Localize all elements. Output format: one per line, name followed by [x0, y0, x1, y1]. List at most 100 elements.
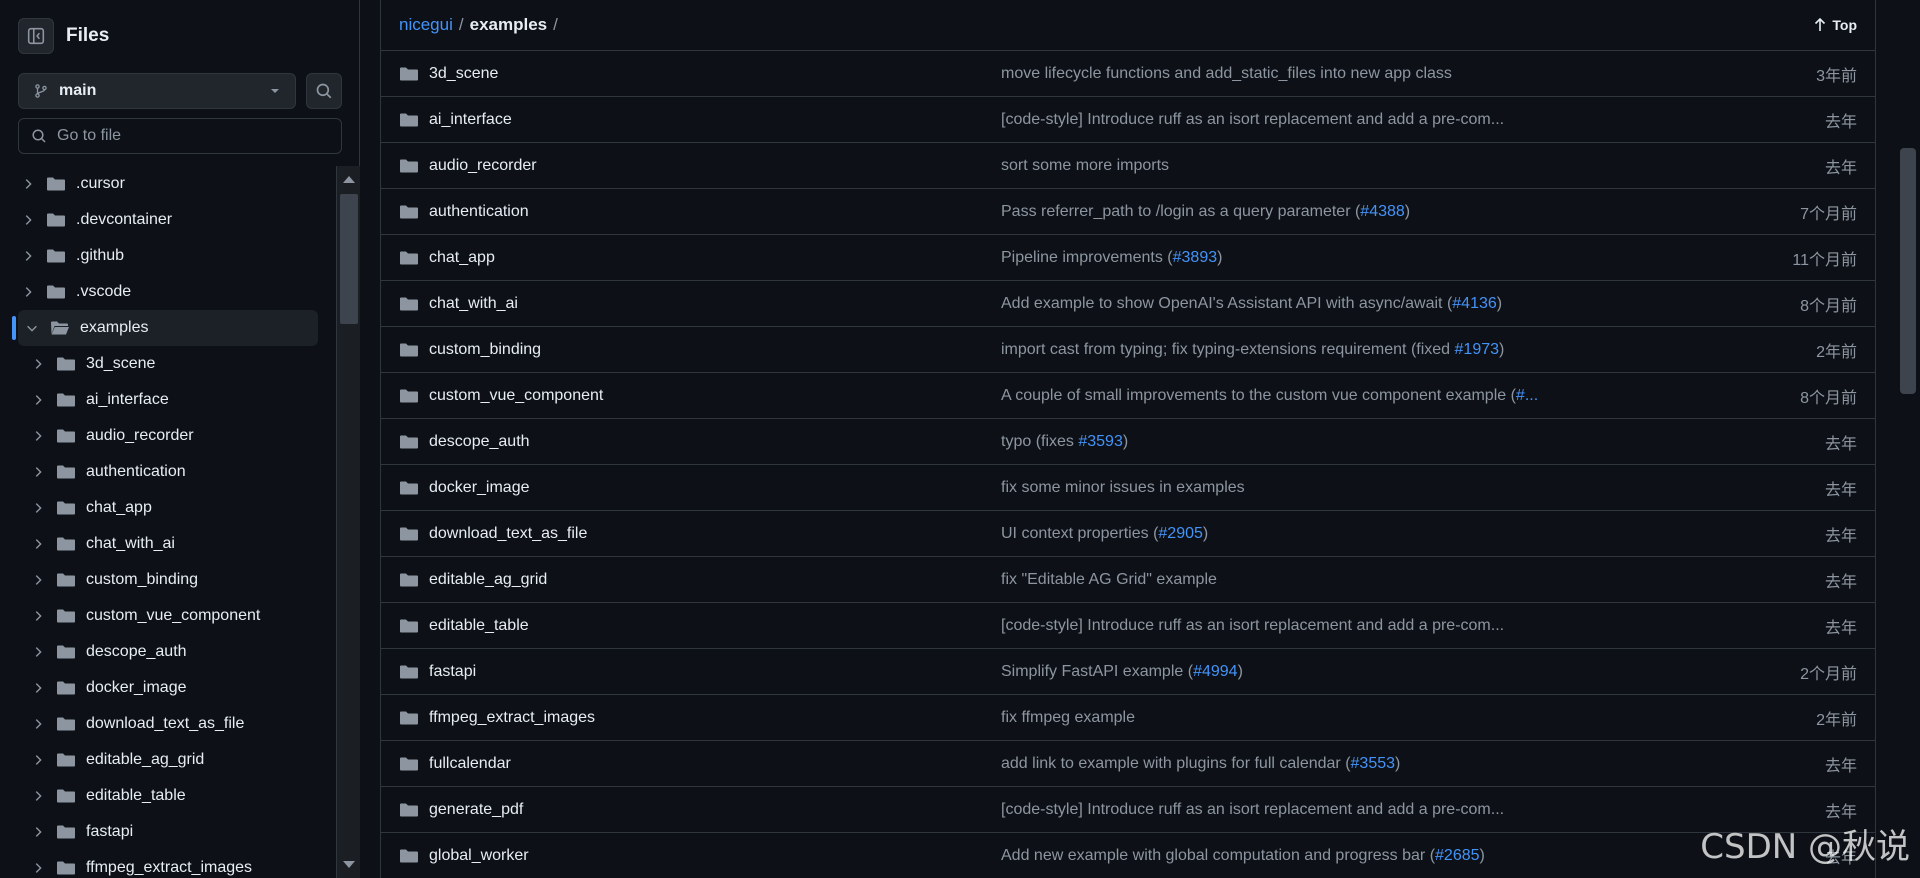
- folder-name-link[interactable]: 3d_scene: [429, 65, 1001, 83]
- commit-message-text[interactable]: typo (fixes: [1001, 433, 1078, 450]
- chevron-right-icon[interactable]: [20, 248, 36, 264]
- commit-message-text[interactable]: fix ffmpeg example: [1001, 709, 1135, 726]
- table-row[interactable]: descope_auth typo (fixes #3593) 去年: [381, 419, 1875, 465]
- issue-link[interactable]: #3893: [1173, 249, 1218, 266]
- commit-message-text[interactable]: Add new example with global computation …: [1001, 847, 1435, 864]
- chevron-right-icon[interactable]: [30, 500, 46, 516]
- issue-link[interactable]: #3553: [1351, 755, 1396, 772]
- issue-link[interactable]: #3593: [1078, 433, 1123, 450]
- sidebar-scrollbar[interactable]: [336, 166, 360, 878]
- chevron-right-icon[interactable]: [20, 284, 36, 300]
- tree-item-custom_vue_component[interactable]: custom_vue_component: [0, 598, 336, 634]
- commit-message-text[interactable]: Pipeline improvements (: [1001, 249, 1173, 266]
- tree-item-authentication[interactable]: authentication: [0, 454, 336, 490]
- table-row[interactable]: ffmpeg_extract_images fix ffmpeg example 2…: [381, 695, 1875, 741]
- chevron-right-icon[interactable]: [20, 212, 36, 228]
- commit-message-text[interactable]: [code-style] Introduce ruff as an isort …: [1001, 111, 1504, 128]
- tree-item-fastapi[interactable]: fastapi: [0, 814, 336, 850]
- branch-selector[interactable]: main: [18, 73, 296, 109]
- issue-link[interactable]: #4136: [1452, 295, 1497, 312]
- scrollbar-thumb[interactable]: [340, 194, 358, 324]
- folder-name-link[interactable]: fastapi: [429, 663, 1001, 681]
- chevron-right-icon[interactable]: [30, 860, 46, 876]
- chevron-right-icon[interactable]: [30, 392, 46, 408]
- issue-link[interactable]: #1973: [1455, 341, 1500, 358]
- issue-link[interactable]: #4994: [1193, 663, 1238, 680]
- scroll-down-arrow-icon[interactable]: [343, 861, 355, 868]
- commit-message-text[interactable]: import cast from typing; fix typing-exte…: [1001, 341, 1455, 358]
- folder-name-link[interactable]: chat_app: [429, 249, 1001, 267]
- tree-item-chat_app[interactable]: chat_app: [0, 490, 336, 526]
- table-row[interactable]: fullcalendar add link to example with plu…: [381, 741, 1875, 787]
- table-row[interactable]: fastapi Simplify FastAPI example (#4994) 2…: [381, 649, 1875, 695]
- folder-name-link[interactable]: authentication: [429, 203, 1001, 221]
- tree-item-audio_recorder[interactable]: audio_recorder: [0, 418, 336, 454]
- table-row[interactable]: audio_recorder sort some more imports 去年: [381, 143, 1875, 189]
- table-row[interactable]: global_worker Add new example with global…: [381, 833, 1875, 878]
- commit-message-text[interactable]: move lifecycle functions and add_static_…: [1001, 65, 1452, 82]
- chevron-right-icon[interactable]: [30, 356, 46, 372]
- tree-item-download_text_as_file[interactable]: download_text_as_file: [0, 706, 336, 742]
- commit-message-text[interactable]: A couple of small improvements to the cu…: [1001, 387, 1516, 404]
- chevron-right-icon[interactable]: [30, 680, 46, 696]
- tree-item-custom_binding[interactable]: custom_binding: [0, 562, 336, 598]
- commit-message-text[interactable]: [code-style] Introduce ruff as an isort …: [1001, 801, 1504, 818]
- tree-item-docker_image[interactable]: docker_image: [0, 670, 336, 706]
- folder-name-link[interactable]: generate_pdf: [429, 801, 1001, 819]
- issue-link[interactable]: #...: [1516, 387, 1538, 404]
- table-row[interactable]: editable_table [code-style] Introduce ruf…: [381, 603, 1875, 649]
- tree-item-examples[interactable]: examples: [12, 310, 318, 346]
- folder-name-link[interactable]: editable_table: [429, 617, 1001, 635]
- folder-name-link[interactable]: ai_interface: [429, 111, 1001, 129]
- table-row[interactable]: 3d_scene move lifecycle functions and add…: [381, 51, 1875, 97]
- commit-message-text[interactable]: Simplify FastAPI example (: [1001, 663, 1193, 680]
- tree-item-dot-vscode[interactable]: .vscode: [0, 274, 336, 310]
- page-scrollbar-thumb[interactable]: [1900, 148, 1916, 394]
- commit-message-text[interactable]: add link to example with plugins for ful…: [1001, 755, 1351, 772]
- go-to-file-input[interactable]: [57, 127, 327, 145]
- folder-name-link[interactable]: download_text_as_file: [429, 525, 1001, 543]
- folder-name-link[interactable]: descope_auth: [429, 433, 1001, 451]
- chevron-right-icon[interactable]: [30, 788, 46, 804]
- tree-item-chat_with_ai[interactable]: chat_with_ai: [0, 526, 336, 562]
- chevron-right-icon[interactable]: [30, 644, 46, 660]
- table-row[interactable]: editable_ag_grid fix "Editable AG Grid" e…: [381, 557, 1875, 603]
- chevron-right-icon[interactable]: [30, 464, 46, 480]
- table-row[interactable]: download_text_as_file UI context properti…: [381, 511, 1875, 557]
- chevron-right-icon[interactable]: [20, 176, 36, 192]
- folder-name-link[interactable]: ffmpeg_extract_images: [429, 709, 1001, 727]
- chevron-right-icon[interactable]: [30, 824, 46, 840]
- commit-message-text[interactable]: UI context properties (: [1001, 525, 1158, 542]
- issue-link[interactable]: #2905: [1158, 525, 1203, 542]
- chevron-down-icon[interactable]: [24, 320, 40, 336]
- tree-item-3d_scene[interactable]: 3d_scene: [0, 346, 336, 382]
- folder-name-link[interactable]: custom_binding: [429, 341, 1001, 359]
- commit-message-text[interactable]: fix "Editable AG Grid" example: [1001, 571, 1217, 588]
- table-row[interactable]: custom_binding import cast from typing; f…: [381, 327, 1875, 373]
- issue-link[interactable]: #2685: [1435, 847, 1480, 864]
- commit-message-text[interactable]: Pass referrer_path to /login as a query …: [1001, 203, 1360, 220]
- scroll-up-arrow-icon[interactable]: [343, 176, 355, 183]
- tree-item-dot-github[interactable]: .github: [0, 238, 336, 274]
- page-scrollbar[interactable]: [1896, 0, 1920, 878]
- table-row[interactable]: custom_vue_component A couple of small im…: [381, 373, 1875, 419]
- table-row[interactable]: generate_pdf [code-style] Introduce ruff …: [381, 787, 1875, 833]
- collapse-sidebar-button[interactable]: [18, 18, 54, 54]
- commit-message-text[interactable]: [code-style] Introduce ruff as an isort …: [1001, 617, 1504, 634]
- tree-item-ai_interface[interactable]: ai_interface: [0, 382, 336, 418]
- table-row[interactable]: authentication Pass referrer_path to /log…: [381, 189, 1875, 235]
- folder-name-link[interactable]: custom_vue_component: [429, 387, 1001, 405]
- table-row[interactable]: docker_image fix some minor issues in exa…: [381, 465, 1875, 511]
- chevron-right-icon[interactable]: [30, 716, 46, 732]
- breadcrumb-repo-link[interactable]: nicegui: [399, 15, 453, 35]
- tree-item-editable_table[interactable]: editable_table: [0, 778, 336, 814]
- tree-item-dot-cursor[interactable]: .cursor: [0, 166, 336, 202]
- tree-item-ffmpeg_extract_images[interactable]: ffmpeg_extract_images: [0, 850, 336, 878]
- chevron-right-icon[interactable]: [30, 608, 46, 624]
- tree-item-descope_auth[interactable]: descope_auth: [0, 634, 336, 670]
- folder-name-link[interactable]: audio_recorder: [429, 157, 1001, 175]
- commit-message-text[interactable]: fix some minor issues in examples: [1001, 479, 1245, 496]
- search-files-button[interactable]: [306, 73, 342, 109]
- folder-name-link[interactable]: docker_image: [429, 479, 1001, 497]
- back-to-top-button[interactable]: Top: [1814, 17, 1857, 33]
